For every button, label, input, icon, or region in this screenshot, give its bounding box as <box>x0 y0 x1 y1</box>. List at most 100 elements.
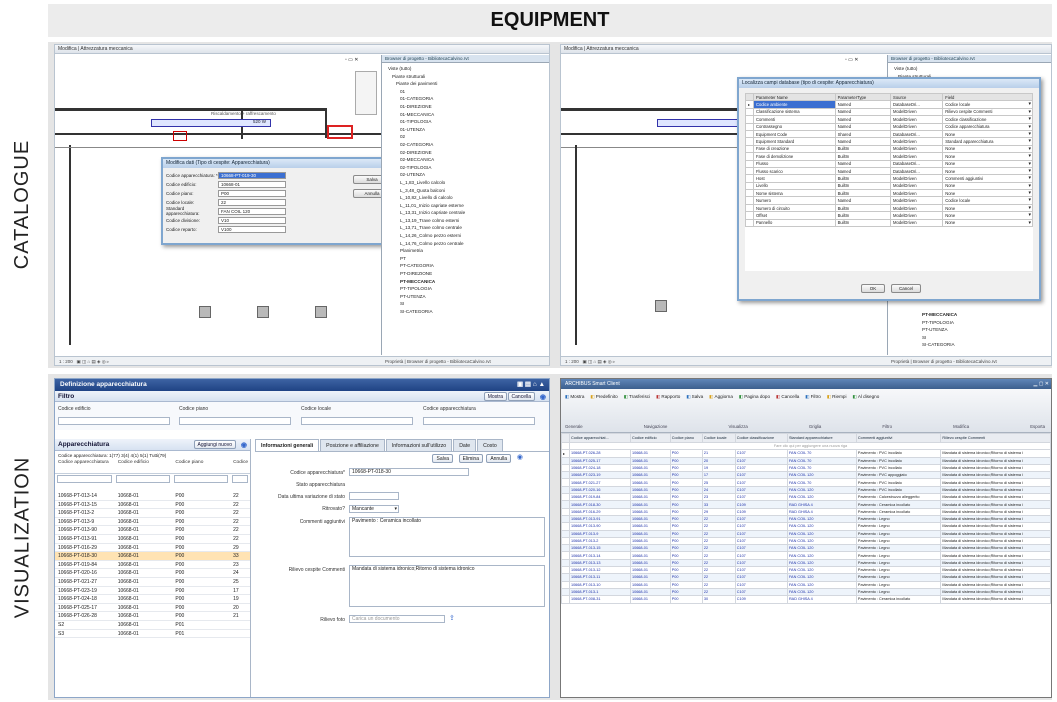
table-row[interactable]: Numero di circuito BuiltIn ModelDriven None <box>745 203 1033 213</box>
ribbon-button[interactable]: ◧ Mostra <box>565 392 584 401</box>
row-indicator[interactable] <box>745 174 754 183</box>
tree-item[interactable]: 02-CATEGORIA <box>388 141 549 149</box>
tab-position[interactable]: Posizione e affiliazione <box>320 439 385 451</box>
scale-label[interactable]: 1 : 200 <box>59 359 73 364</box>
tree-item[interactable]: SI-CATEGORIA <box>922 341 957 349</box>
tree-item[interactable]: L_10,82_Livello di calcolo <box>388 194 549 202</box>
tree-item[interactable]: Planimetria <box>388 247 549 255</box>
ribbon-button[interactable]: ◧ Riempi <box>827 392 847 401</box>
field-input[interactable]: V10 <box>218 216 286 224</box>
column-header[interactable]: Codice piano <box>172 460 230 473</box>
tree-item[interactable]: SI <box>922 334 957 342</box>
row-selector[interactable]: ▸ <box>561 449 570 458</box>
row-selector[interactable] <box>561 514 570 524</box>
table-row[interactable]: 10668-PT-024-18 10668-01 P00 19 C107 FAN COIL… <box>561 463 1051 473</box>
table-row[interactable]: Host BuiltIn ModelDriven Commenti aggiuntiv… <box>745 174 1033 183</box>
survey-textarea[interactable]: Mandata di sistema idronico;Ritorno di s… <box>349 565 545 607</box>
tree-item[interactable]: PT-DIREZIONE <box>388 270 549 278</box>
column-header[interactable]: Codice <box>230 460 250 473</box>
row-selector[interactable] <box>561 456 570 465</box>
view-controls-icon[interactable]: ▫ ▭ ✕ <box>845 57 858 63</box>
upload-icon[interactable]: ⇪ <box>449 614 455 622</box>
row-selector[interactable] <box>561 573 570 582</box>
list-item[interactable]: 10668-PT-019-84 10668-01 P00 23 <box>55 561 250 570</box>
row-selector[interactable] <box>561 522 570 531</box>
list-filter-input[interactable] <box>232 475 248 483</box>
column-header[interactable]: Codice classificazione <box>734 433 788 443</box>
table-row[interactable]: 10668-PT-016-29 10668-01 P00 29 C109 RAD GHIS… <box>561 507 1051 516</box>
tab-properties[interactable]: Proprietà <box>891 359 909 364</box>
table-row[interactable]: 10668-PT-019-84 10668-01 P00 23 C107 FAN COIL… <box>561 493 1051 502</box>
row-indicator[interactable] <box>745 107 754 117</box>
field-input[interactable]: 22 <box>218 198 286 206</box>
field-input[interactable]: FAN COIL 120 <box>218 207 286 215</box>
field-select[interactable]: None <box>942 152 1033 161</box>
row-indicator[interactable] <box>745 203 754 213</box>
tree-item[interactable]: PT-MECCANICA <box>922 311 957 319</box>
tree-item[interactable]: 02-TIPOLOGIA <box>388 164 549 172</box>
comments-textarea[interactable]: Pavimento : Ceramica incollato <box>349 517 545 557</box>
tree-item[interactable]: Viste (tutto) <box>894 65 1051 73</box>
ribbon-button[interactable]: ◧ Rapporto <box>656 392 680 401</box>
field-select[interactable]: None <box>942 203 1033 213</box>
tree-item[interactable]: 01 <box>388 88 549 96</box>
duct[interactable] <box>657 119 747 127</box>
table-row[interactable]: 10668-PT-013-13 10668-01 P00 22 C107 FAN COIL… <box>561 558 1051 568</box>
tab-usage[interactable]: Informazioni sull'utilizzo <box>385 439 453 451</box>
field-select[interactable]: None <box>942 159 1033 168</box>
ribbon-button[interactable]: ◧ Salva <box>686 392 703 401</box>
row-selector[interactable] <box>561 544 570 553</box>
table-row[interactable]: Nome sistema BuiltIn ModelDriven None <box>745 189 1033 198</box>
table-row[interactable]: Livello BuiltIn ModelDriven None <box>745 181 1033 191</box>
tree-item[interactable]: L_13,19_Trave colmo esterni <box>388 217 549 225</box>
field-select[interactable]: Commenti aggiuntivi <box>942 174 1033 183</box>
tree-item[interactable]: 01-CATEGORIA <box>388 95 549 103</box>
row-indicator[interactable] <box>745 159 754 168</box>
list-item[interactable]: S2 10668-01 P01 <box>55 621 250 630</box>
tree-item[interactable]: L_13,31_Inizio capriate centrale <box>388 209 549 217</box>
field-select[interactable]: None <box>942 144 1033 154</box>
tree-item[interactable]: 01-MECCANICA <box>388 111 549 119</box>
tree-item[interactable]: Piante strutturali <box>388 73 549 81</box>
tree-item[interactable]: 01-UTENZA <box>388 126 549 134</box>
row-indicator[interactable] <box>745 144 754 154</box>
table-row[interactable]: Contrassegno Named ModelDriven Codice appar… <box>745 122 1033 131</box>
list-item[interactable]: 10668-PT-013-90 10668-01 P00 22 <box>55 526 250 535</box>
ribbon-button[interactable]: ◧ Aggiorna <box>709 392 733 401</box>
field-select[interactable]: Rilievo cespite Commenti <box>942 107 1033 117</box>
tab-browser[interactable]: Browser di progetto - BibliotecaCalvino.… <box>407 359 491 364</box>
list-item[interactable]: S3 10668-01 P01 <box>55 630 250 639</box>
column-header[interactable]: Codice locale <box>701 433 736 443</box>
table-row[interactable]: 10668-PT-013-1 10668-01 P00 22 C107 FAN COIL … <box>561 587 1051 597</box>
list-item[interactable]: 10668-PT-013-9 10668-01 P00 22 <box>55 518 250 527</box>
field-select[interactable]: Codice classificazione <box>942 115 1033 124</box>
selected-equipment[interactable] <box>173 131 187 141</box>
table-row[interactable]: 10668-PT-013-14 10668-01 P00 22 C107 FAN COIL… <box>561 551 1051 560</box>
photo-upload-input[interactable]: Carica un documento <box>349 615 445 623</box>
row-indicator[interactable]: ▸ <box>745 100 754 109</box>
tree-item[interactable]: 02-UTENZA <box>388 171 549 179</box>
list-item[interactable]: 10668-PT-013-14 10668-01 P00 22 <box>55 492 250 501</box>
field-select[interactable]: None <box>942 129 1033 139</box>
list-item[interactable]: 10668-PT-013-2 10668-01 P00 22 <box>55 509 250 518</box>
row-indicator[interactable] <box>745 152 754 161</box>
row-indicator[interactable] <box>745 218 754 228</box>
delete-button[interactable]: Elimina <box>458 454 483 463</box>
table-row[interactable]: Flusso scarico Named DatabaseDri... None <box>745 166 1033 176</box>
table-row[interactable]: 10668-PT-013-10 10668-01 P00 22 C107 FAN COIL… <box>561 580 1051 589</box>
tree-item[interactable]: 01-TIPOLOGIA <box>388 118 549 126</box>
field-select[interactable]: Codice locale <box>942 100 1033 109</box>
tree-item[interactable]: L_11,01_Inizio capriate esterne <box>388 202 549 210</box>
table-row[interactable]: 10668-PT-013-9 10668-01 P00 22 C107 FAN COIL … <box>561 529 1051 538</box>
tree-item[interactable]: 02-DIREZIONE <box>388 149 549 157</box>
list-item[interactable]: 10668-PT-020-16 10668-01 P00 24 <box>55 569 250 578</box>
field-input[interactable]: P00 <box>218 189 286 197</box>
last-change-input[interactable] <box>349 492 399 500</box>
row-indicator[interactable] <box>745 189 754 198</box>
list-item[interactable]: 10668-PT-023-19 10668-01 P00 17 <box>55 587 250 596</box>
help-icon[interactable]: ◉ <box>517 453 523 461</box>
cancel-button[interactable]: Cancel <box>891 284 921 293</box>
row-selector[interactable] <box>561 529 570 538</box>
tree-item[interactable]: 02 <box>388 133 549 141</box>
field-select[interactable]: None <box>942 218 1033 228</box>
